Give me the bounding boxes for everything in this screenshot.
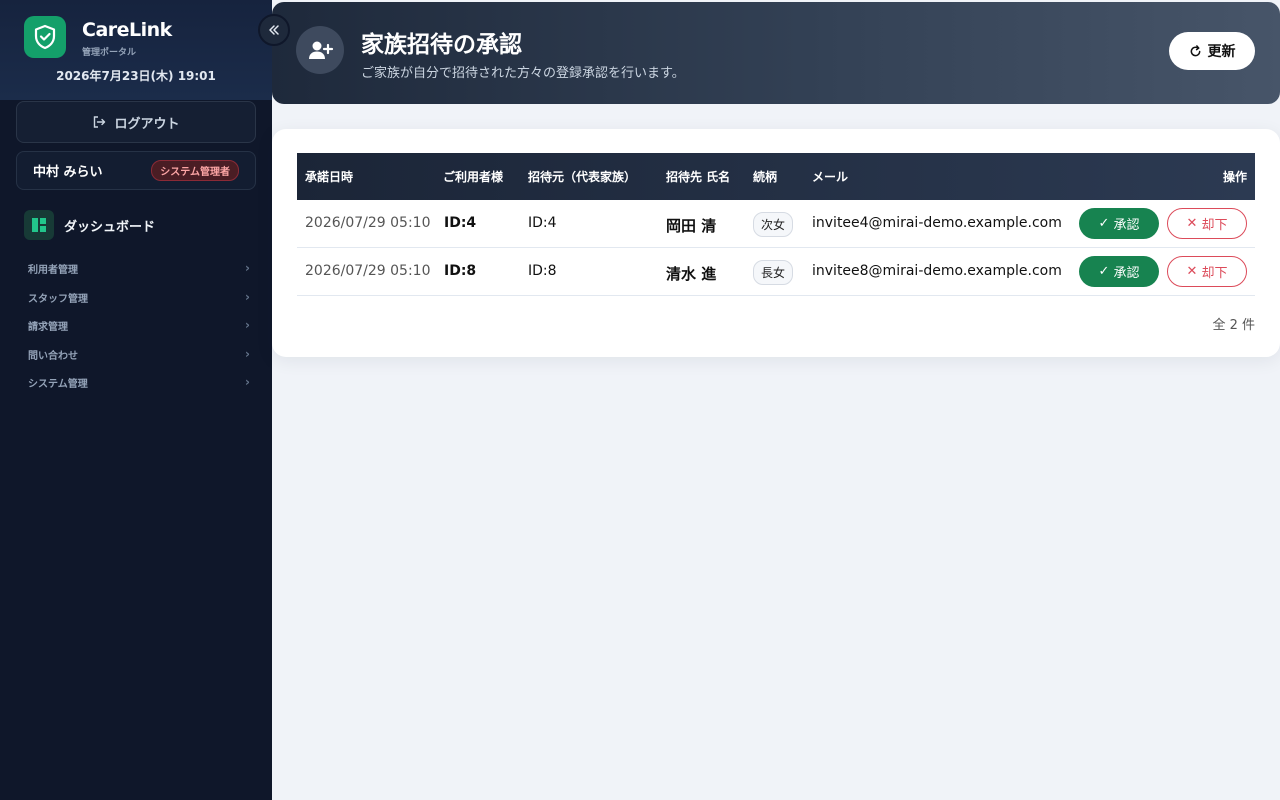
invitations-table: 承諾日時 ご利用者様 招待元（代表家族） 招待先 氏名 続柄 メール 操作 20… bbox=[297, 153, 1255, 296]
refresh-button[interactable]: 更新 bbox=[1169, 32, 1255, 70]
sidebar-group-label: 利用者管理 bbox=[28, 264, 78, 276]
page-header: 家族招待の承認 ご家族が自分で招待された方々の登録承認を行います。 更新 bbox=[272, 2, 1280, 104]
chevron-right-icon: › bbox=[245, 290, 250, 304]
approve-button[interactable]: ✓ 承認 bbox=[1079, 208, 1159, 239]
column-header-relation: 続柄 bbox=[753, 170, 778, 184]
brand-name: CareLink bbox=[82, 19, 172, 41]
check-icon: ✓ bbox=[1098, 216, 1110, 231]
close-icon: ✕ bbox=[1186, 216, 1198, 231]
invitations-card: 承諾日時 ご利用者様 招待元（代表家族） 招待先 氏名 続柄 メール 操作 20… bbox=[272, 129, 1280, 357]
sidebar-group-users[interactable]: 利用者管理 › bbox=[28, 258, 250, 278]
approve-label: 承認 bbox=[1113, 266, 1140, 281]
total-count: 全 2 件 bbox=[1212, 318, 1255, 333]
column-header-inviter: 招待元（代表家族） bbox=[528, 170, 637, 184]
logout-icon bbox=[94, 116, 106, 128]
reject-label: 却下 bbox=[1201, 266, 1228, 281]
table-header: 承諾日時 ご利用者様 招待元（代表家族） 招待先 氏名 続柄 メール 操作 bbox=[297, 153, 1255, 200]
sidebar-group-label: システム管理 bbox=[28, 378, 88, 390]
close-icon: ✕ bbox=[1186, 264, 1198, 279]
cell-date: 2026/07/29 05:10 bbox=[305, 263, 431, 279]
refresh-icon bbox=[1190, 44, 1200, 56]
double-chevron-left-icon bbox=[269, 25, 279, 35]
column-header-email: メール bbox=[812, 170, 849, 184]
user-name: 中村 みらい bbox=[33, 165, 103, 180]
cell-user: ID:4 bbox=[444, 215, 477, 231]
relation-badge: 次女 bbox=[753, 212, 794, 237]
sidebar-group-inquiries[interactable]: 問い合わせ › bbox=[28, 344, 250, 364]
sidebar-group-label: 請求管理 bbox=[28, 321, 68, 333]
cell-email: invitee8@mirai-demo.example.com bbox=[812, 263, 1062, 279]
chevron-right-icon: › bbox=[245, 347, 250, 361]
relation-badge: 長女 bbox=[753, 260, 794, 285]
chevron-right-icon: › bbox=[245, 318, 250, 332]
collapse-sidebar-button[interactable] bbox=[258, 14, 290, 46]
cell-inviter: ID:8 bbox=[528, 263, 557, 279]
logout-button[interactable]: ログアウト bbox=[16, 101, 256, 143]
brand-subtitle: 管理ポータル bbox=[82, 48, 137, 58]
column-header-invitee-name: 招待先 氏名 bbox=[666, 170, 731, 184]
reject-button[interactable]: ✕ 却下 bbox=[1167, 256, 1247, 287]
cell-inviter: ID:4 bbox=[528, 215, 557, 231]
page-subtitle: ご家族が自分で招待された方々の登録承認を行います。 bbox=[361, 66, 685, 81]
sidebar: CareLink 管理ポータル 2026年7月23日(木) 19:01 ログアウ… bbox=[0, 0, 272, 800]
dashboard-icon bbox=[24, 210, 54, 240]
sidebar-group-staff[interactable]: スタッフ管理 › bbox=[28, 287, 250, 307]
table-row: 2026/07/29 05:10 ID:8 ID:8 清水 進 長女 invit… bbox=[297, 248, 1255, 296]
chevron-right-icon: › bbox=[245, 375, 250, 389]
page-title: 家族招待の承認 bbox=[361, 32, 522, 58]
chevron-right-icon: › bbox=[245, 261, 250, 275]
approve-button[interactable]: ✓ 承認 bbox=[1079, 256, 1159, 287]
cell-date: 2026/07/29 05:10 bbox=[305, 215, 431, 231]
sidebar-group-label: 問い合わせ bbox=[28, 350, 78, 362]
check-icon: ✓ bbox=[1098, 264, 1110, 279]
sidebar-item-dashboard[interactable]: ダッシュボード bbox=[24, 210, 155, 240]
cell-invitee-name: 清水 進 bbox=[666, 265, 717, 283]
logout-label: ログアウト bbox=[114, 116, 180, 132]
reject-label: 却下 bbox=[1201, 218, 1228, 233]
dashboard-label: ダッシュボード bbox=[64, 219, 156, 235]
role-badge: システム管理者 bbox=[151, 160, 239, 181]
column-header-user: ご利用者様 bbox=[443, 170, 504, 184]
column-header-date: 承諾日時 bbox=[305, 170, 354, 184]
reject-button[interactable]: ✕ 却下 bbox=[1167, 208, 1247, 239]
sidebar-group-label: スタッフ管理 bbox=[28, 293, 88, 305]
column-header-actions: 操作 bbox=[1222, 170, 1247, 184]
user-plus-icon bbox=[296, 26, 344, 74]
shield-check-icon bbox=[24, 16, 66, 58]
sidebar-group-system[interactable]: システム管理 › bbox=[28, 372, 250, 392]
approve-label: 承認 bbox=[1113, 218, 1140, 233]
brand-area: CareLink 管理ポータル 2026年7月23日(木) 19:01 bbox=[0, 0, 272, 100]
cell-user: ID:8 bbox=[444, 263, 477, 279]
user-card: 中村 みらい システム管理者 bbox=[16, 151, 256, 190]
current-datetime: 2026年7月23日(木) 19:01 bbox=[56, 69, 216, 83]
sidebar-group-billing[interactable]: 請求管理 › bbox=[28, 315, 250, 335]
table-row: 2026/07/29 05:10 ID:4 ID:4 岡田 清 次女 invit… bbox=[297, 200, 1255, 248]
refresh-label: 更新 bbox=[1207, 44, 1236, 60]
cell-invitee-name: 岡田 清 bbox=[666, 217, 717, 235]
cell-email: invitee4@mirai-demo.example.com bbox=[812, 215, 1062, 231]
